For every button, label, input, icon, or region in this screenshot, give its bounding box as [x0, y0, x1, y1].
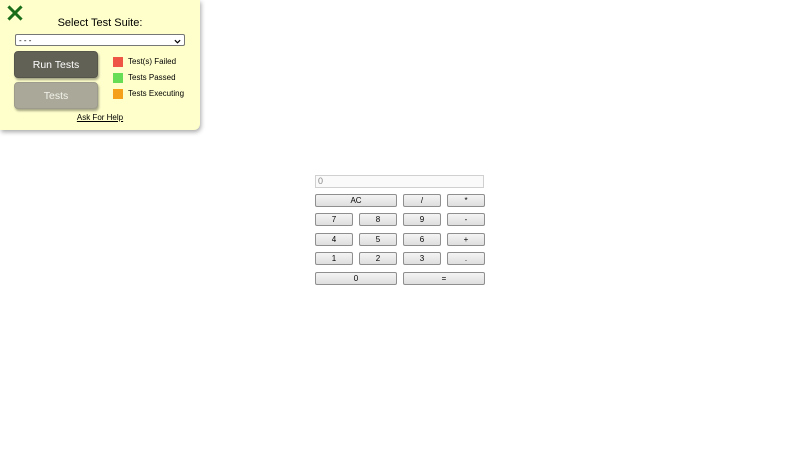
zero-button[interactable]: 0: [315, 272, 397, 285]
legend-failed-label: Test(s) Failed: [128, 57, 177, 66]
eight-button[interactable]: 8: [359, 213, 397, 226]
four-button[interactable]: 4: [315, 233, 353, 246]
divide-button[interactable]: /: [403, 194, 441, 207]
plus-button[interactable]: +: [447, 233, 485, 246]
nine-button[interactable]: 9: [403, 213, 441, 226]
calculator-display[interactable]: 0: [315, 175, 484, 188]
seven-button[interactable]: 7: [315, 213, 353, 226]
multiply-button[interactable]: *: [447, 194, 485, 207]
clear-button[interactable]: AC: [315, 194, 397, 207]
decimal-button[interactable]: .: [447, 252, 485, 265]
minus-button[interactable]: -: [447, 213, 485, 226]
equals-button[interactable]: =: [403, 272, 485, 285]
five-button[interactable]: 5: [359, 233, 397, 246]
executing-swatch: [113, 89, 123, 99]
select-test-suite-label: Select Test Suite:: [57, 17, 143, 29]
two-button[interactable]: 2: [359, 252, 397, 265]
one-button[interactable]: 1: [315, 252, 353, 265]
failed-swatch: [113, 57, 123, 67]
three-button[interactable]: 3: [403, 252, 441, 265]
test-panel: Select Test Suite: - - - Run Tests Tests…: [0, 0, 200, 130]
ask-for-help-link[interactable]: Ask For Help: [0, 113, 200, 122]
run-tests-button[interactable]: Run Tests: [14, 51, 98, 78]
six-button[interactable]: 6: [403, 233, 441, 246]
legend-passed-label: Tests Passed: [128, 73, 176, 82]
tests-button[interactable]: Tests: [14, 82, 98, 109]
chevron-down-icon: [174, 37, 181, 49]
legend-executing-label: Tests Executing: [128, 89, 185, 98]
test-suite-select-value: - - -: [19, 36, 32, 45]
test-suite-select[interactable]: - - -: [15, 34, 185, 46]
passed-swatch: [113, 73, 123, 83]
